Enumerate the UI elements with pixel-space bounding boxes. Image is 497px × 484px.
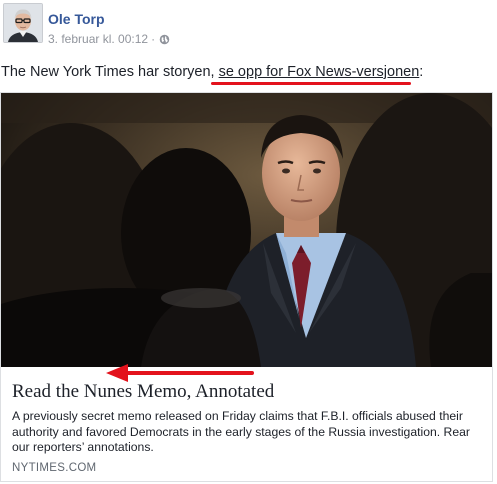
post-text-link[interactable]: se opp for Fox News-versjonen — [219, 64, 420, 80]
red-arrow-annotation — [106, 364, 254, 382]
facebook-post: Ole Torp 3. februar kl. 00:12 · The New … — [0, 0, 497, 484]
link-preview-card[interactable]: Read the Nunes Memo, Annotated A previou… — [0, 92, 493, 482]
avatar-portrait — [4, 4, 42, 42]
post-meta: 3. februar kl. 00:12 · — [48, 32, 170, 46]
post-text-prefix: The New York Times har storyen, — [1, 64, 219, 80]
author-avatar[interactable] — [3, 3, 43, 43]
link-preview-image[interactable] — [1, 93, 492, 367]
post-message: The New York Times har storyen, se opp f… — [1, 63, 423, 81]
link-title[interactable]: Read the Nunes Memo, Annotated — [12, 381, 274, 403]
post-text-suffix: : — [419, 64, 424, 80]
link-domain: NYTIMES.COM — [12, 462, 97, 474]
globe-icon[interactable] — [159, 34, 170, 45]
news-photo — [1, 93, 492, 367]
link-description: A previously secret memo released on Fri… — [12, 409, 470, 454]
author-name-link[interactable]: Ole Torp — [48, 11, 105, 27]
post-timestamp[interactable]: 3. februar kl. 00:12 — [48, 32, 148, 46]
meta-separator: · — [151, 32, 156, 46]
red-underline-annotation — [211, 82, 411, 85]
